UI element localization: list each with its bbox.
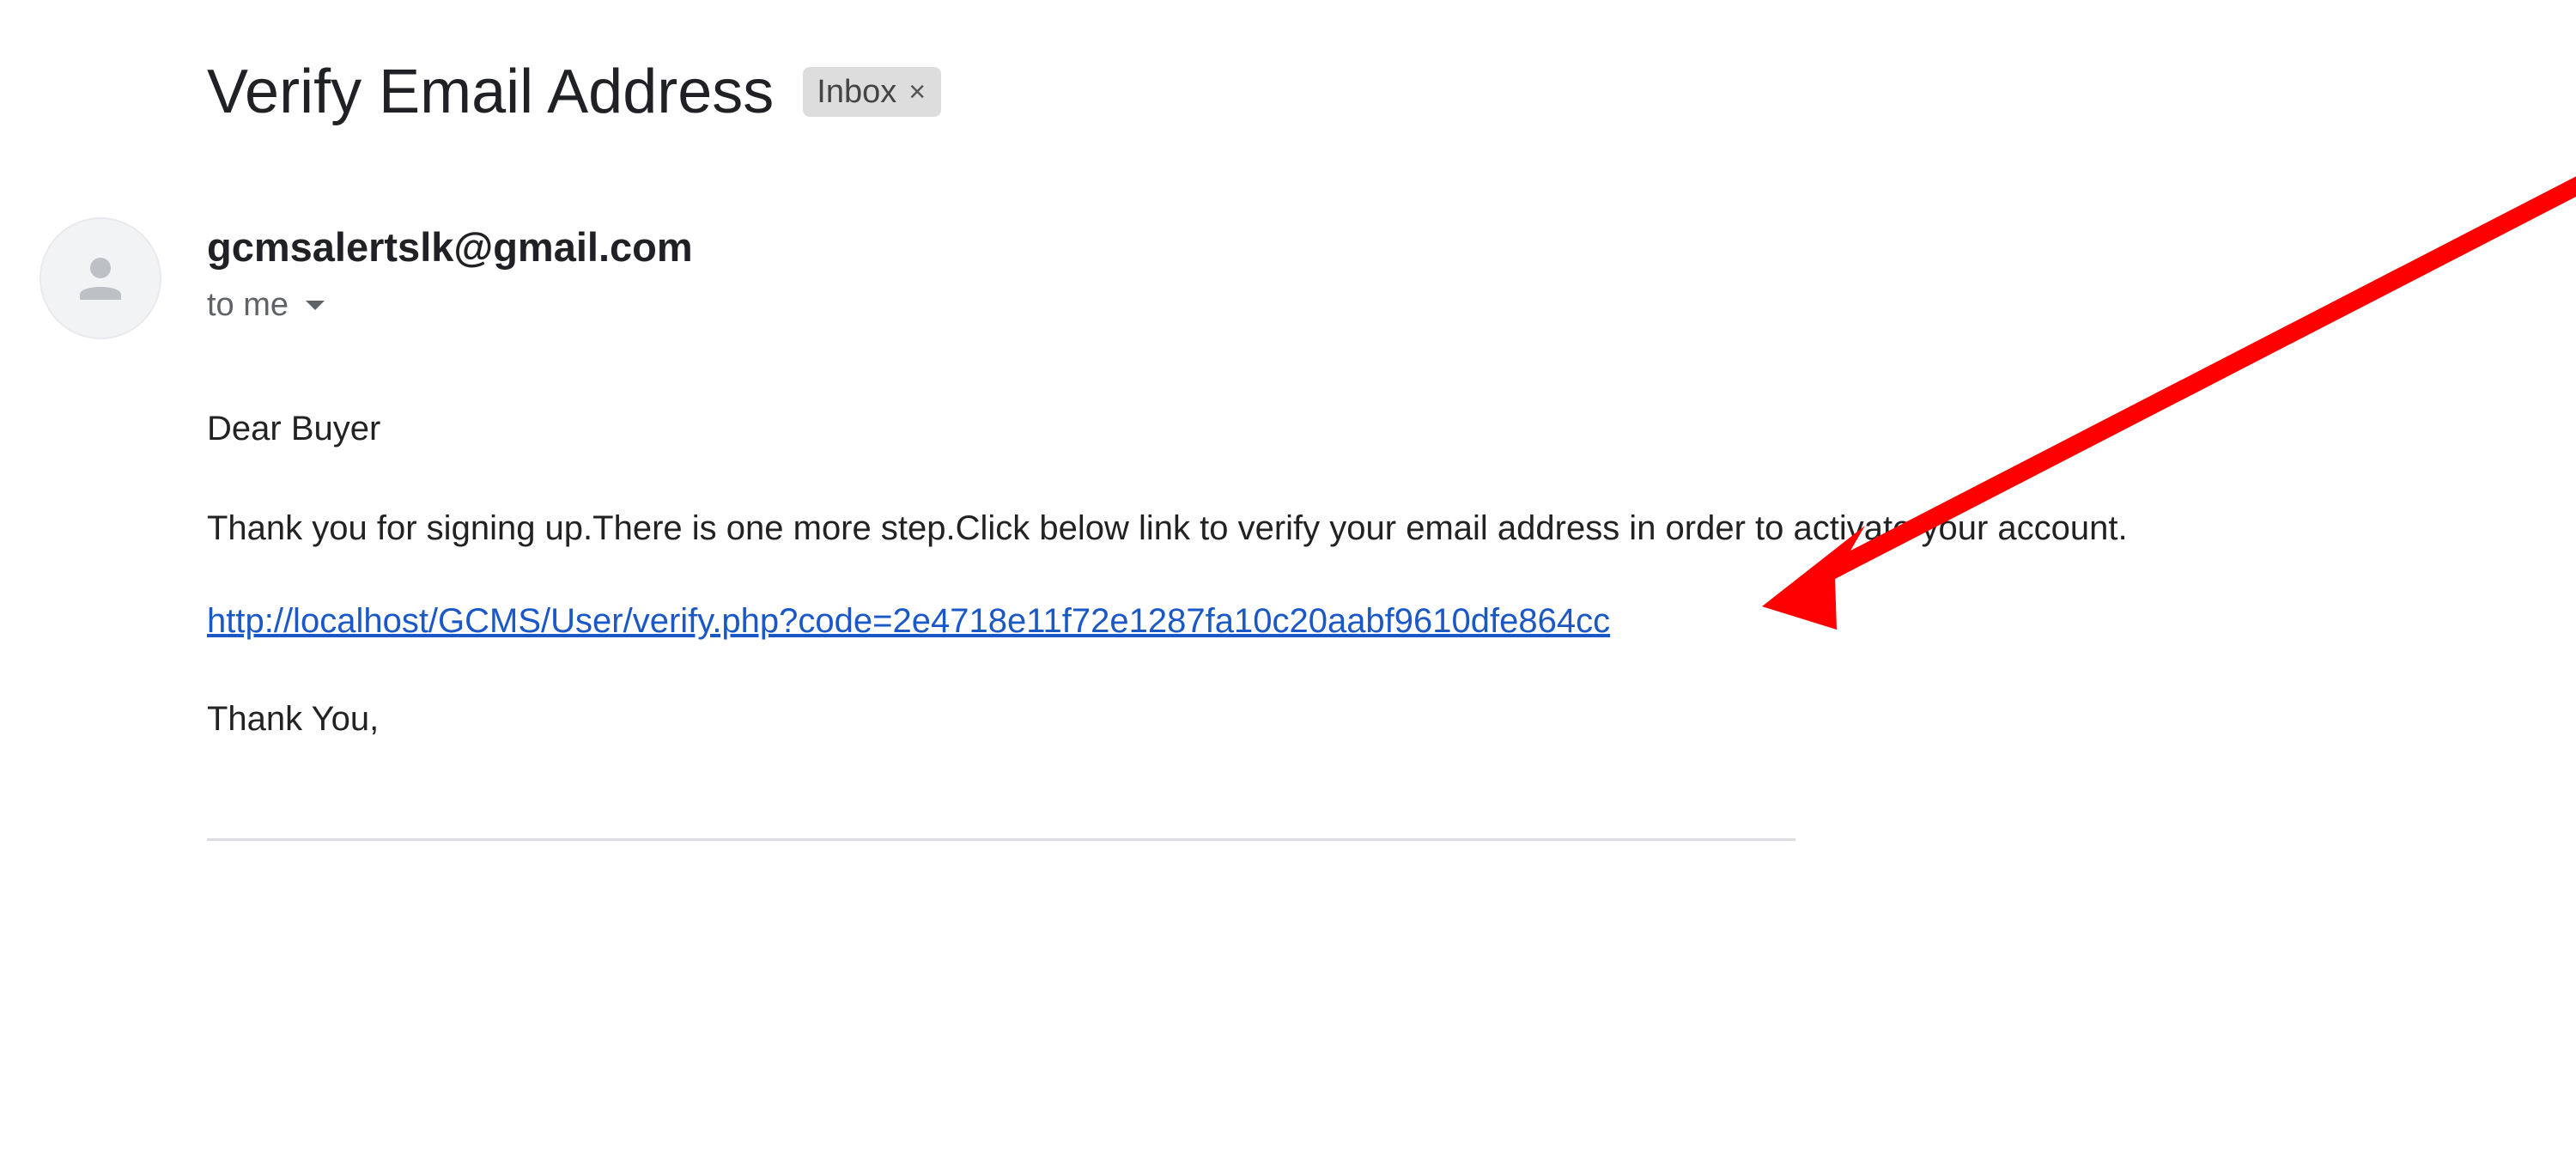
subject-row: Verify Email Address Inbox × — [207, 53, 942, 131]
email-greeting: Dear Buyer — [207, 410, 381, 448]
inbox-label-chip[interactable]: Inbox × — [803, 67, 942, 117]
signature-divider — [207, 838, 1795, 841]
verify-link[interactable]: http://localhost/GCMS/User/verify.php?co… — [207, 598, 1610, 644]
email-subject: Verify Email Address — [207, 58, 775, 126]
email-message: Thank you for signing up.There is one mo… — [207, 509, 2128, 547]
recipient-label: to me — [207, 287, 289, 323]
sender-avatar[interactable] — [39, 217, 161, 339]
remove-label-icon[interactable]: × — [908, 67, 926, 117]
caret-down-icon[interactable] — [306, 300, 325, 310]
email-view: Verify Email Address Inbox × gcmsalertsl… — [0, 0, 2576, 1169]
recipient-details-toggle[interactable]: to me — [207, 283, 325, 326]
sender-email[interactable]: gcmsalertslk@gmail.com — [207, 222, 693, 273]
person-icon — [80, 258, 121, 300]
label-chip-text: Inbox — [817, 74, 897, 110]
red-arrow-icon — [1762, 176, 2576, 630]
email-signoff: Thank You, — [207, 700, 380, 738]
